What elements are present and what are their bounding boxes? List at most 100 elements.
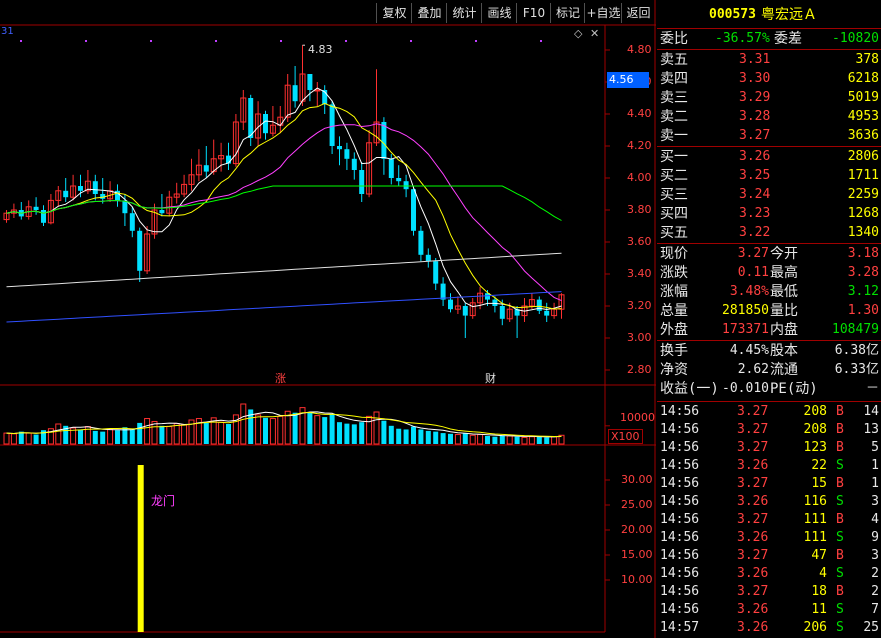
- stat-value: 108479: [832, 322, 879, 337]
- toolbar-button-2[interactable]: 统计: [446, 3, 482, 23]
- tick-volume: 15: [811, 476, 827, 491]
- tick-count: 2: [871, 584, 879, 599]
- price-label: 3.80: [627, 203, 652, 216]
- candle-body-up: [314, 89, 321, 92]
- stat-label: 量比: [770, 303, 798, 319]
- toolbar-button-7[interactable]: 返回: [621, 3, 655, 23]
- weibi-label: 委比: [660, 31, 688, 47]
- tick-time: 14:56: [660, 458, 700, 473]
- tick-price: 3.26: [737, 458, 769, 473]
- bid-price: 3.24: [739, 187, 771, 202]
- candle-body-down: [433, 261, 439, 284]
- toolbar-button-4[interactable]: F10: [516, 3, 551, 23]
- stat-value: 3.48%: [729, 284, 769, 299]
- stat-value: 173371: [722, 322, 769, 337]
- volume-bar-down: [485, 436, 490, 444]
- volume-bar-up: [551, 436, 558, 445]
- toolbar-button-3[interactable]: 画线: [481, 3, 517, 23]
- tick-time: 14:56: [660, 548, 700, 563]
- tick-count: 2: [871, 566, 879, 581]
- marker-dot: [410, 40, 412, 42]
- volume-bar-down: [322, 417, 328, 444]
- volume-bar-up: [3, 432, 10, 445]
- price-label: 3.60: [627, 235, 652, 248]
- price-label: 3.00: [627, 331, 652, 344]
- ask-price: 3.30: [739, 71, 771, 86]
- tick-count: 5: [871, 440, 879, 455]
- toolbar-button-0[interactable]: 复权: [376, 3, 412, 23]
- kline-chart-svg[interactable]: [0, 0, 656, 638]
- bid-label: 买二: [660, 168, 688, 184]
- kline-chart-area[interactable]: 复权叠加统计画线F10标记+自选返回 31 ◇ ✕ 4.83 4.804.604…: [0, 0, 656, 638]
- volume-bar-down: [514, 436, 520, 444]
- weibi-row: 委比 -36.57% 委差 -10820: [657, 30, 881, 48]
- volume-bar-up: [269, 418, 276, 445]
- volume-bar-up: [173, 423, 180, 445]
- tick-row: 14:56 3.27 18 B 2: [657, 583, 881, 601]
- tick-row: 14:57 3.26 206 S 25: [657, 619, 881, 637]
- tick-side: B: [836, 404, 844, 419]
- stat-label: 现价: [660, 246, 688, 262]
- indicator-label: 20.00: [621, 523, 653, 536]
- stock-name: 粤宏远Ａ: [761, 7, 817, 23]
- stock-header: 000573 粤宏远Ａ: [657, 4, 881, 26]
- toolbar-button-5[interactable]: 标记: [550, 3, 585, 23]
- volume-bar-up: [218, 421, 225, 445]
- bid-row: 买一 3.26 2806: [657, 148, 881, 166]
- candle-body-down: [137, 230, 143, 271]
- stat-label: 内盘: [770, 322, 798, 338]
- candle-body-down: [462, 306, 468, 316]
- divider: [657, 146, 881, 147]
- tick-volume: 11: [811, 602, 827, 617]
- tick-price: 3.27: [737, 476, 769, 491]
- marker-dot: [345, 40, 347, 42]
- toolbar-button-6[interactable]: +自选: [584, 3, 622, 23]
- volume-bar-down: [78, 429, 83, 444]
- marker-dot: [475, 40, 477, 42]
- ask-label: 卖二: [660, 109, 688, 125]
- tick-row: 14:56 3.27 208 B 14: [657, 403, 881, 421]
- volume-bar-down: [203, 422, 209, 444]
- indicator-label: 30.00: [621, 473, 653, 486]
- volume-bar-down: [329, 414, 335, 444]
- volume-bar-down: [411, 426, 416, 444]
- volume-bar-down: [18, 431, 24, 444]
- volume-bar-down: [462, 433, 468, 444]
- current-price-tag: 4.56: [607, 72, 649, 88]
- tick-time: 14:56: [660, 422, 700, 437]
- tick-side: B: [836, 422, 844, 437]
- tick-side: S: [836, 458, 844, 473]
- candle-body-down: [329, 104, 335, 146]
- tick-row: 14:56 3.27 123 B 5: [657, 439, 881, 457]
- tick-row: 14:56 3.26 111 S 9: [657, 529, 881, 547]
- volume-bar-down: [403, 429, 409, 444]
- candle-body-down: [33, 206, 39, 210]
- bid-row: 买四 3.23 1268: [657, 205, 881, 223]
- ask-row: 卖五 3.31 378: [657, 51, 881, 69]
- tick-time: 14:56: [660, 530, 700, 545]
- tick-time: 14:56: [660, 494, 700, 509]
- marker-zhang[interactable]: 涨: [275, 370, 286, 386]
- candle-body-down: [78, 186, 83, 191]
- chart-settings-icon[interactable]: ◇: [574, 27, 582, 40]
- tick-volume: 206: [803, 620, 827, 635]
- tick-side: S: [836, 530, 844, 545]
- tick-row: 14:56 3.26 116 S 3: [657, 493, 881, 511]
- tick-price: 3.26: [737, 602, 769, 617]
- extra-value: -0.010: [722, 381, 769, 396]
- tick-volume: 116: [803, 494, 827, 509]
- close-icon[interactable]: ✕: [590, 27, 599, 40]
- volume-bar-up: [55, 423, 62, 445]
- stat-value: 3.18: [847, 246, 879, 261]
- tick-count: 4: [871, 512, 879, 527]
- marker-cai[interactable]: 财: [485, 370, 496, 386]
- ask-row: 卖三 3.29 5019: [657, 89, 881, 107]
- volume-bar-up: [107, 428, 114, 445]
- candle-body-down: [63, 190, 69, 198]
- ask-price: 3.27: [739, 128, 771, 143]
- tick-volume: 47: [811, 548, 827, 563]
- toolbar-button-1[interactable]: 叠加: [411, 3, 447, 23]
- tick-volume: 22: [811, 458, 827, 473]
- tick-side: S: [836, 494, 844, 509]
- stat-row: 外盘 173371 内盘 108479: [657, 321, 881, 339]
